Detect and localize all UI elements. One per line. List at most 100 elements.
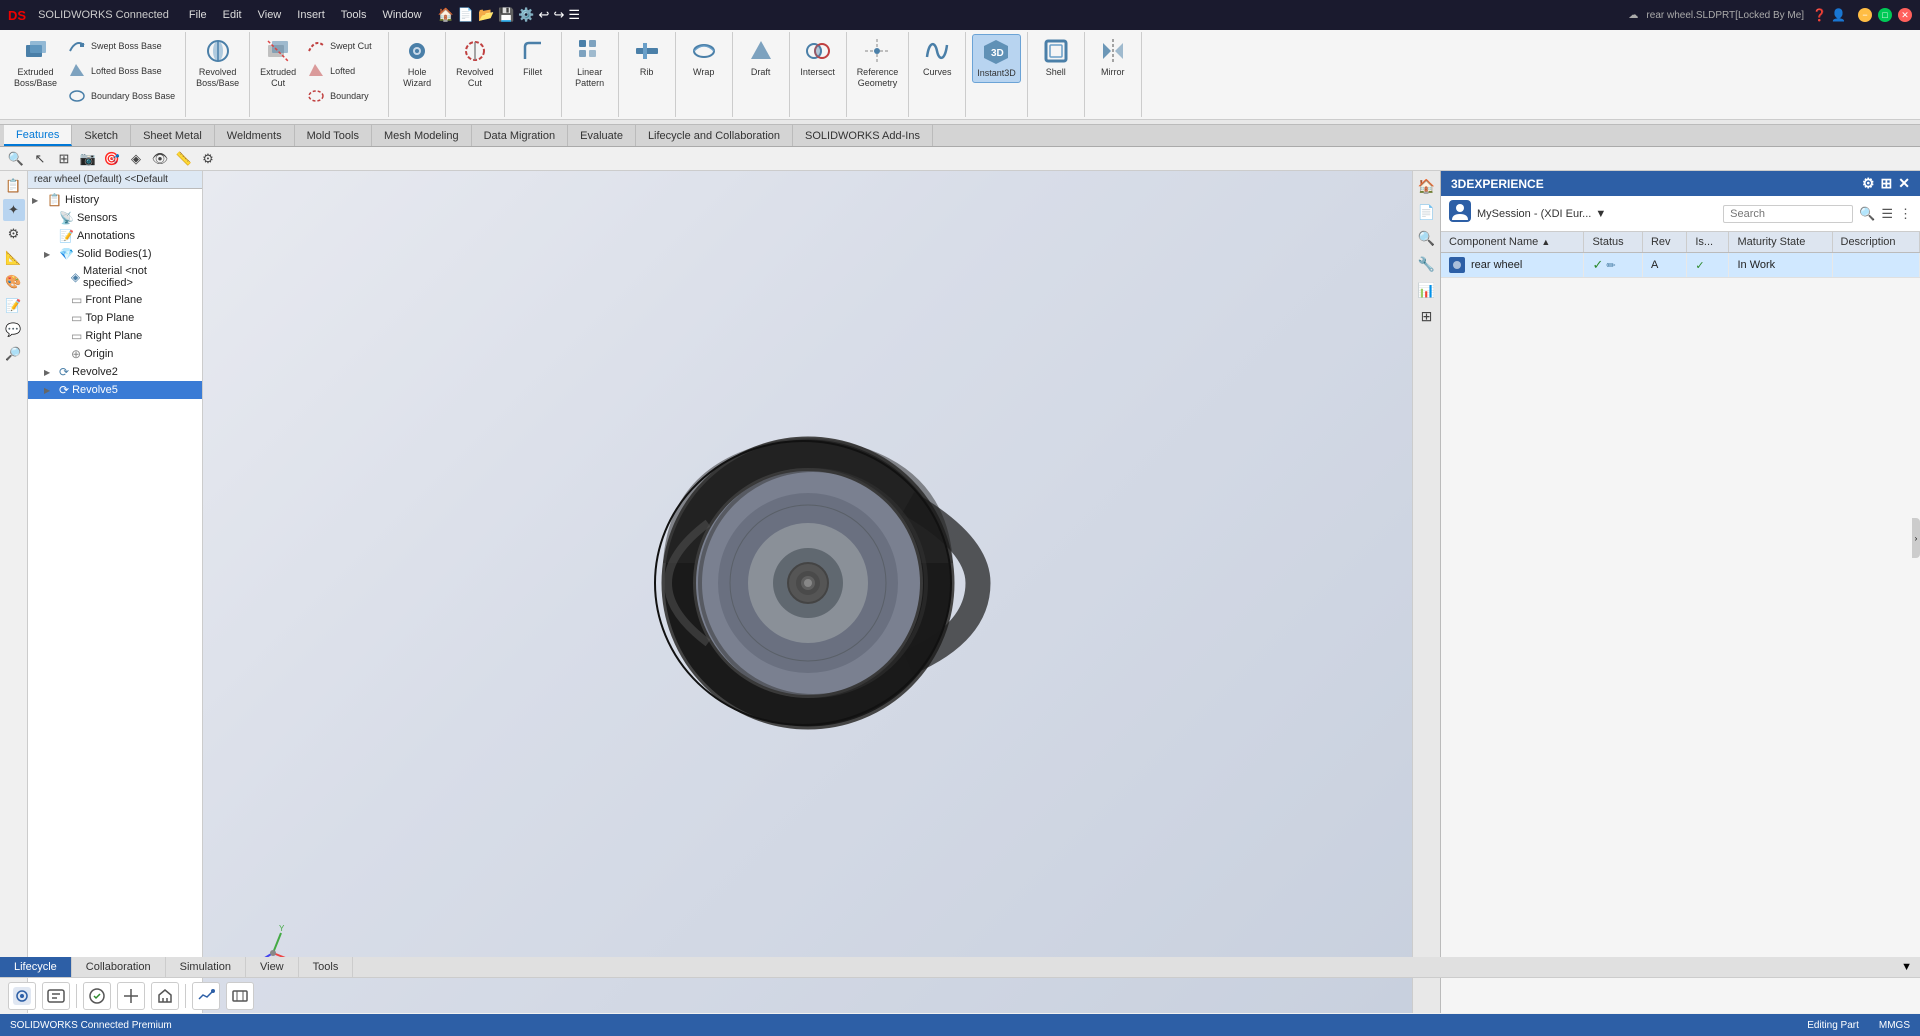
tree-item-right-plane[interactable]: ▭ Right Plane <box>28 327 202 345</box>
config-manager-icon[interactable]: ⚙ <box>3 223 25 245</box>
custom-props-icon[interactable]: 📝 <box>3 295 25 317</box>
boundary-boss-base-button[interactable]: Boundary Boss Base <box>63 84 179 108</box>
3dexp-structure-icon[interactable]: 📊 <box>1416 279 1438 301</box>
tab-addins[interactable]: SOLIDWORKS Add-Ins <box>793 125 933 146</box>
inspect-icon[interactable]: 🔎 <box>3 343 25 365</box>
home-icon[interactable]: 🏠 <box>438 7 454 23</box>
viewport[interactable]: X Y Z <box>203 171 1412 1013</box>
expand-history[interactable]: ▶ <box>32 196 44 205</box>
lifecycle-icon4[interactable] <box>117 982 145 1010</box>
bottom-tab-tools[interactable]: Tools <box>299 957 354 977</box>
tab-sketch[interactable]: Sketch <box>72 125 131 146</box>
appearances-icon[interactable]: 🎨 <box>3 271 25 293</box>
panel-filter-icon[interactable]: ☰ <box>1881 206 1893 222</box>
menu-insert[interactable]: Insert <box>297 9 325 21</box>
panel-menu-icon[interactable]: ⋮ <box>1899 206 1912 222</box>
tree-item-sensors[interactable]: 📡 Sensors <box>28 209 202 227</box>
bottom-tab-view[interactable]: View <box>246 957 299 977</box>
settings-icon[interactable]: ⚙️ <box>518 7 534 23</box>
measure-icon[interactable]: 📏 <box>174 149 194 169</box>
tab-mold-tools[interactable]: Mold Tools <box>295 125 372 146</box>
panel-search-button[interactable]: 🔍 <box>1859 206 1875 222</box>
3dexp-list-icon[interactable]: 📄 <box>1416 201 1438 223</box>
lofted-boss-base-button[interactable]: Lofted Boss Base <box>63 59 179 83</box>
options-icon[interactable]: ☰ <box>568 7 580 23</box>
lifecycle-icon6[interactable] <box>192 982 220 1010</box>
tree-item-top-plane[interactable]: ▭ Top Plane <box>28 309 202 327</box>
tab-features[interactable]: Features <box>4 125 72 146</box>
close-button[interactable]: ✕ <box>1898 8 1912 22</box>
redo-icon[interactable]: ↪ <box>553 7 564 23</box>
panel-expand-icon[interactable]: ⊞ <box>1881 175 1893 192</box>
lifecycle-icon7[interactable] <box>226 982 254 1010</box>
tree-item-solid-bodies[interactable]: ▶ 💎 Solid Bodies(1) <box>28 245 202 263</box>
table-row[interactable]: rear wheel ✓ ✏ A ✓ <box>1441 253 1920 278</box>
help-btn[interactable]: ❓ <box>1812 8 1827 22</box>
tab-data-migration[interactable]: Data Migration <box>472 125 569 146</box>
panel-close-icon[interactable]: ✕ <box>1898 175 1910 192</box>
panel-search-input[interactable] <box>1723 205 1853 223</box>
filter-icon[interactable]: ⊞ <box>54 149 74 169</box>
maximize-button[interactable]: □ <box>1878 8 1892 22</box>
property-manager-icon[interactable]: ✦ <box>3 199 25 221</box>
tree-item-revolve2[interactable]: ▶ ⟳ Revolve2 <box>28 363 202 381</box>
new-icon[interactable]: 📄 <box>458 7 474 23</box>
tree-item-origin[interactable]: ⊕ Origin <box>28 345 202 363</box>
tab-mesh-modeling[interactable]: Mesh Modeling <box>372 125 472 146</box>
hide-show-icon[interactable]: 👁 <box>150 149 170 169</box>
linear-pattern-button[interactable]: LinearPattern <box>568 34 612 92</box>
menu-view[interactable]: View <box>258 9 282 21</box>
instant3d-button[interactable]: 3D Instant3D <box>972 34 1021 83</box>
tree-item-revolve5[interactable]: ▶ ⟳ Revolve5 <box>28 381 202 399</box>
bottom-tab-collaboration[interactable]: Collaboration <box>72 957 166 977</box>
lifecycle-icon1[interactable] <box>8 982 36 1010</box>
tree-item-annotations[interactable]: 📝 Annotations <box>28 227 202 245</box>
tree-item-material[interactable]: ◈ Material <not specified> <box>28 263 202 291</box>
select-icon[interactable]: ↖ <box>30 149 50 169</box>
lifecycle-icon3[interactable] <box>83 982 111 1010</box>
save-icon[interactable]: 💾 <box>498 7 514 23</box>
sort-icon[interactable]: ▲ <box>1541 237 1550 247</box>
solidworks-forum-icon[interactable]: 💬 <box>3 319 25 341</box>
wrap-button[interactable]: Wrap <box>682 34 726 81</box>
mirror-button[interactable]: Mirror <box>1091 34 1135 81</box>
fillet-button[interactable]: Fillet <box>511 34 555 81</box>
menu-edit[interactable]: Edit <box>223 9 242 21</box>
3dexp-grid-icon[interactable]: ⊞ <box>1416 305 1438 327</box>
open-icon[interactable]: 📂 <box>478 7 494 23</box>
extruded-boss-base-button[interactable]: ExtrudedBoss/Base <box>10 34 61 92</box>
draft-button[interactable]: Draft <box>739 34 783 81</box>
bottom-tab-lifecycle[interactable]: Lifecycle <box>0 957 72 977</box>
menu-file[interactable]: File <box>189 9 207 21</box>
account-btn[interactable]: 👤 <box>1831 8 1846 22</box>
extruded-cut-button[interactable]: ExtrudedCut <box>256 34 300 92</box>
panel-settings-icon[interactable]: ⚙ <box>1862 175 1875 192</box>
3dexp-parts-icon[interactable]: 🔧 <box>1416 253 1438 275</box>
lifecycle-icon2[interactable] <box>42 982 70 1010</box>
dim-expert-icon[interactable]: 📐 <box>3 247 25 269</box>
expand-solid-bodies[interactable]: ▶ <box>44 250 56 259</box>
lifecycle-icon5[interactable] <box>151 982 179 1010</box>
camera-icon[interactable]: 📷 <box>78 149 98 169</box>
tab-weldments[interactable]: Weldments <box>215 125 295 146</box>
swept-boss-base-button[interactable]: Swept Boss Base <box>63 34 179 58</box>
boundary-cut-button[interactable]: Boundary <box>302 84 382 108</box>
tab-sheet-metal[interactable]: Sheet Metal <box>131 125 215 146</box>
3dexp-search-icon[interactable]: 🔍 <box>1416 227 1438 249</box>
revolved-cut-button[interactable]: RevolvedCut <box>452 34 498 92</box>
menu-window[interactable]: Window <box>382 9 421 21</box>
revolved-boss-base-button[interactable]: RevolvedBoss/Base <box>192 34 243 92</box>
swept-cut-button[interactable]: Swept Cut <box>302 34 382 58</box>
reference-geometry-button[interactable]: ReferenceGeometry <box>853 34 903 92</box>
curves-button[interactable]: Curves <box>915 34 959 81</box>
display-settings-icon[interactable]: ⚙ <box>198 149 218 169</box>
expand-revolve5[interactable]: ▶ <box>44 386 56 395</box>
lofted-cut-button[interactable]: Lofted <box>302 59 382 83</box>
tab-lifecycle[interactable]: Lifecycle and Collaboration <box>636 125 793 146</box>
shell-button[interactable]: Shell <box>1034 34 1078 81</box>
view-orient-icon[interactable]: 🎯 <box>102 149 122 169</box>
feature-manager-icon[interactable]: 📋 <box>3 175 25 197</box>
expand-revolve2[interactable]: ▶ <box>44 368 56 377</box>
minimize-button[interactable]: − <box>1858 8 1872 22</box>
tab-evaluate[interactable]: Evaluate <box>568 125 636 146</box>
